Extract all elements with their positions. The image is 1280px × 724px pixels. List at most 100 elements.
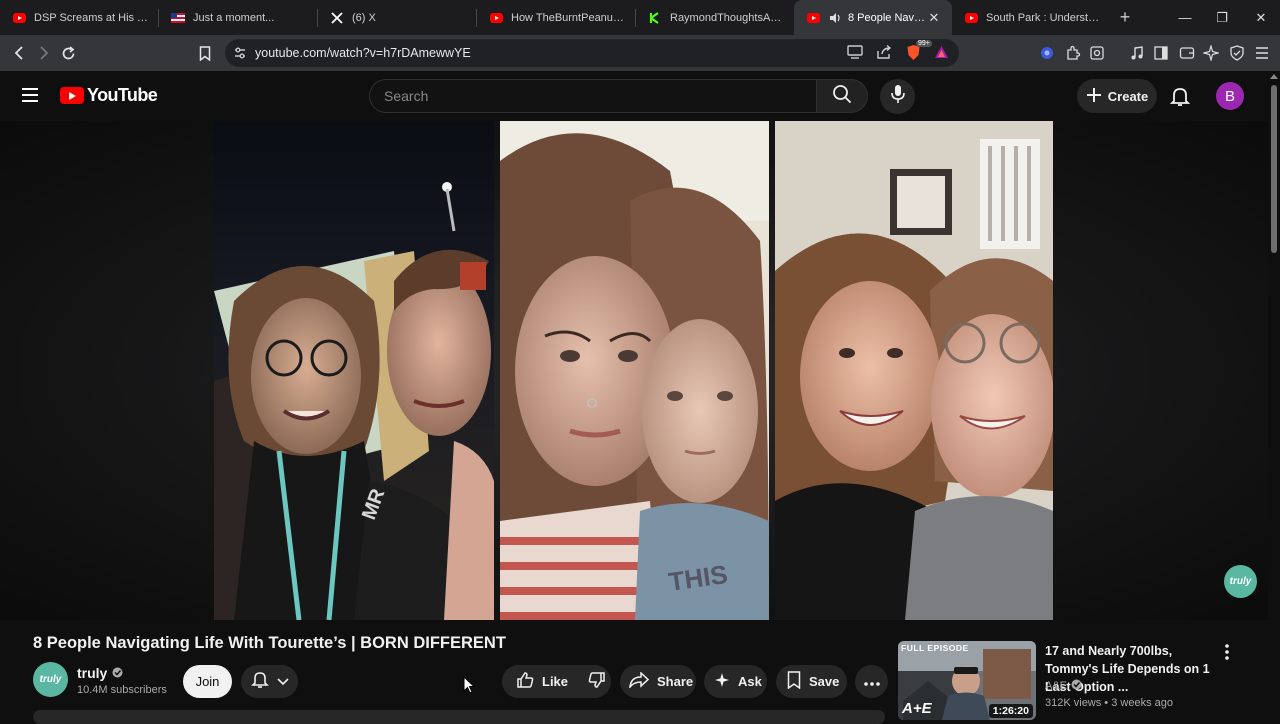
search-input[interactable]: Search [369, 79, 816, 113]
speaker-icon[interactable] [828, 11, 842, 25]
flag-icon [171, 11, 185, 25]
browser-tab[interactable]: DSP Screams at His TV as [0, 0, 158, 35]
screenshot-icon[interactable] [1087, 43, 1107, 63]
back-icon[interactable] [6, 38, 31, 68]
share-page-icon[interactable] [876, 44, 892, 63]
more-actions-button[interactable] [855, 665, 888, 698]
brave-shields-icon[interactable] [906, 44, 921, 64]
video-frame-left: MR [214, 121, 494, 620]
site-info-icon[interactable] [233, 46, 247, 63]
video-frame-right [775, 121, 1053, 620]
chevron-down-icon [276, 673, 289, 691]
kick-icon [648, 11, 662, 25]
plus-icon [1086, 87, 1102, 106]
x-icon [330, 11, 344, 25]
video-player[interactable]: MR THIS truly [0, 121, 1268, 620]
share-button[interactable]: Share [620, 665, 696, 698]
browser-tab-active[interactable]: 8 People Navigating ✕ [794, 0, 952, 35]
reload-icon[interactable] [56, 38, 81, 68]
channel-name: truly [77, 665, 108, 681]
recommended-channel-name: A&E [1045, 680, 1068, 692]
brave-rewards-icon[interactable] [934, 45, 949, 62]
voice-search-button[interactable] [880, 79, 915, 114]
youtube-play-icon [60, 87, 84, 104]
browser-tab[interactable]: South Park : Understandin [952, 0, 1110, 35]
bookmark-icon[interactable] [192, 38, 217, 68]
like-button[interactable]: Like [502, 671, 578, 692]
logo-text: YouTube [87, 85, 158, 105]
tab-title: South Park : Understandin [986, 11, 1100, 24]
save-button[interactable]: Save [776, 665, 847, 698]
new-tab-icon[interactable]: + [1110, 7, 1140, 28]
brave-badge: 99+ [916, 40, 932, 47]
youtube-icon [489, 11, 503, 25]
browser-tab[interactable]: (6) X [318, 0, 476, 35]
create-button[interactable]: Create [1077, 79, 1157, 113]
browser-menu-icon[interactable] [1252, 43, 1272, 63]
more-horizontal-icon [863, 673, 880, 691]
video-title: 8 People Navigating Life With Tourette’s… [33, 634, 506, 652]
tab-title: (6) X [352, 11, 376, 24]
search-icon [832, 84, 852, 109]
youtube-header: YouTube Search Create B [0, 71, 1268, 121]
share-icon [629, 671, 650, 691]
brave-vpn-shield-icon[interactable] [1227, 43, 1247, 63]
ae-brand-logo: A+E [902, 700, 932, 717]
extensions-icon[interactable] [1063, 43, 1083, 63]
tab-title: How TheBurntPeanut Took [511, 11, 625, 24]
browser-tab[interactable]: Just a moment... [159, 0, 317, 35]
join-button[interactable]: Join [183, 665, 232, 698]
media-icon[interactable] [1127, 43, 1147, 63]
account-avatar[interactable]: B [1216, 82, 1244, 110]
verified-check-icon [1071, 679, 1082, 693]
tab-title: RaymondThoughtsAndMu [670, 11, 784, 24]
leo-ai-icon[interactable] [1201, 43, 1221, 63]
browser-tab[interactable]: How TheBurntPeanut Took [477, 0, 635, 35]
close-tab-icon[interactable]: ✕ [926, 10, 942, 26]
cast-icon[interactable] [847, 45, 863, 62]
channel-watermark[interactable]: truly [1224, 565, 1257, 598]
wallet-icon[interactable] [1177, 43, 1197, 63]
close-window-icon[interactable]: ✕ [1242, 0, 1280, 35]
tab-title: 8 People Navigating [848, 11, 926, 24]
channel-avatar-text: truly [39, 674, 62, 685]
sparkle-icon [714, 672, 730, 691]
notifications-bell-icon[interactable] [1168, 84, 1192, 108]
microphone-icon [890, 84, 906, 109]
join-label: Join [195, 674, 220, 689]
subscriber-count: 10.4M subscribers [77, 684, 167, 696]
verified-check-icon [112, 665, 123, 681]
ask-button[interactable]: Ask [704, 665, 767, 698]
recommended-video-thumbnail[interactable]: FULL EPISODE A+E 1:26:20 [898, 641, 1036, 720]
browser-tab[interactable]: RaymondThoughtsAndMu [636, 0, 794, 35]
minimize-icon[interactable]: — [1166, 0, 1204, 35]
tab-title: DSP Screams at His TV as [34, 11, 148, 24]
full-episode-badge: FULL EPISODE [901, 643, 969, 653]
youtube-logo[interactable]: YouTube [60, 85, 158, 106]
watermark-text: truly [1229, 576, 1252, 587]
scrollbar-thumb[interactable] [1271, 85, 1277, 253]
browser-toolbar: youtube.com/watch?v=h7rDAmewwYE 99+ [0, 35, 1280, 71]
search-button[interactable] [816, 79, 868, 113]
like-dislike-group: Like [502, 665, 611, 698]
hamburger-menu-icon[interactable] [18, 83, 42, 107]
forward-icon[interactable] [31, 38, 56, 68]
scroll-up-arrow-icon[interactable] [1270, 74, 1278, 79]
page-scrollbar[interactable] [1268, 71, 1280, 720]
thumbs-up-icon [516, 671, 534, 692]
dislike-button[interactable] [578, 671, 616, 692]
recommended-channel[interactable]: A&E [1045, 679, 1082, 693]
description-box[interactable] [33, 710, 885, 724]
address-bar[interactable]: youtube.com/watch?v=h7rDAmewwYE 99+ [225, 39, 959, 67]
ask-label: Ask [738, 674, 762, 689]
vpn-icon[interactable] [1037, 43, 1057, 63]
create-label: Create [1107, 88, 1149, 104]
channel-avatar[interactable]: truly [33, 662, 68, 697]
restore-icon[interactable]: ❐ [1203, 0, 1241, 35]
channel-name-link[interactable]: truly [77, 665, 123, 681]
video-duration: 1:26:20 [988, 704, 1033, 718]
bell-icon [250, 670, 269, 694]
subscription-bell-button[interactable] [241, 665, 298, 698]
more-vertical-icon[interactable] [1219, 643, 1235, 661]
sidebar-icon[interactable] [1151, 43, 1171, 63]
